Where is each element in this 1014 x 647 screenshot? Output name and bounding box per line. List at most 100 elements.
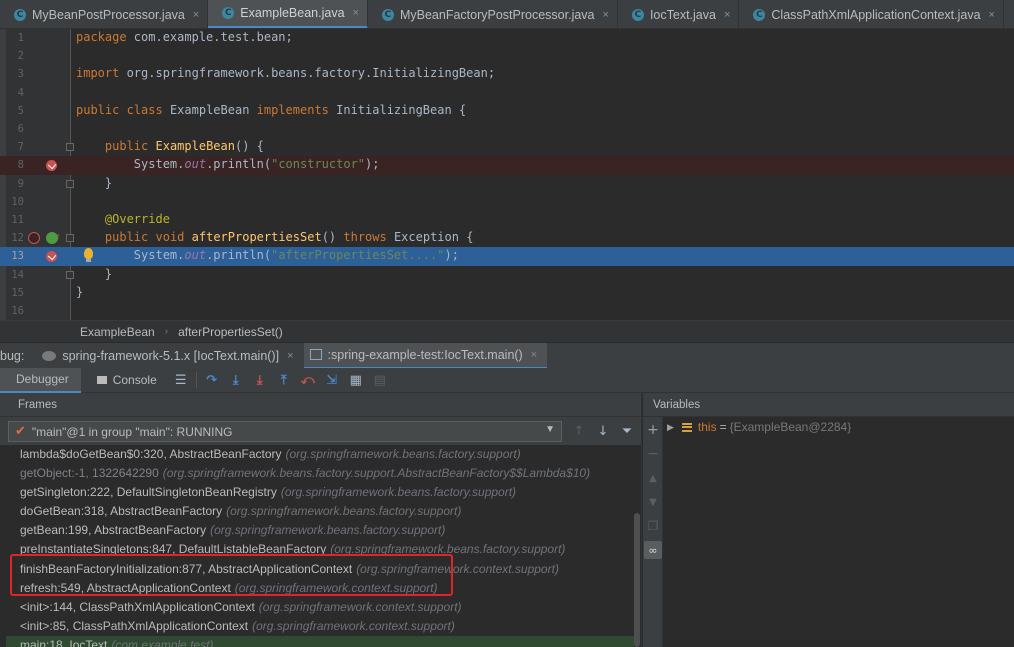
stack-frame[interactable]: doGetBean:318, AbstractBeanFactory (org.s… (6, 502, 634, 521)
editor-tab[interactable]: C MyBeanFactoryPostProcessor.java × (368, 0, 618, 28)
stack-frame[interactable]: lambda$doGetBean$0:320, AbstractBeanFact… (6, 445, 634, 464)
force-step-into-icon[interactable]: ⤓ (248, 369, 272, 391)
frame-method: <init>:85, ClassPathXmlApplicationContex… (20, 618, 249, 633)
line-number: 6 (17, 123, 24, 135)
variable-row[interactable]: ▶ this = {ExampleBean@2284} (667, 420, 851, 434)
move-up-icon[interactable]: ▲ (644, 469, 662, 487)
code-text: System.out.println("constructor"); (76, 157, 380, 172)
watches-toggle-icon[interactable]: ∞ (644, 541, 662, 559)
evaluate-expression-icon[interactable]: ▦ (344, 369, 368, 391)
arrow-up-icon[interactable]: ↑ (570, 422, 588, 440)
editor-tab[interactable]: C MyBeanPostProcessor.java × (0, 0, 209, 28)
stack-frame[interactable]: getBean:199, AbstractBeanFactory (org.spr… (6, 521, 634, 540)
drop-frame-icon[interactable]: ⤺ (296, 369, 320, 391)
fold-marker-icon[interactable] (66, 270, 74, 279)
code-line[interactable]: 3 import org.springframework.beans.factor… (0, 65, 1014, 83)
tab-console[interactable]: Console (81, 368, 169, 393)
chevron-down-icon: ▼ (545, 424, 555, 435)
code-line[interactable]: 2 (0, 47, 1014, 65)
line-number: 13 (11, 250, 24, 263)
console-tab-label: Console (112, 373, 157, 387)
thread-selector[interactable]: ✔ "main"@1 in group "main": RUNNING ▼ (8, 421, 562, 442)
run-to-cursor-icon[interactable]: ⇲ (320, 369, 344, 391)
trace-icon[interactable]: ▤ (368, 369, 392, 391)
session-label: :spring-example-test:IocText.main() (327, 347, 523, 362)
breakpoint-icon[interactable] (46, 251, 57, 263)
debug-session-tab-example[interactable]: :spring-example-test:IocText.main() × (303, 342, 548, 369)
line-number: 9 (17, 177, 24, 190)
frame-method: getSingleton:222, DefaultSingletonBeanRe… (20, 485, 277, 500)
code-line-current[interactable]: 13 System.out.println("afterPropertiesSe… (0, 247, 1014, 266)
code-line[interactable]: 1 package com.example.test.bean; (0, 29, 1014, 47)
breadcrumb: ExampleBean › afterPropertiesSet() (0, 320, 1014, 342)
code-line[interactable]: 10 (0, 193, 1014, 211)
code-line[interactable]: 4 (0, 84, 1014, 102)
code-line[interactable]: 16 (0, 302, 1014, 320)
editor-tab[interactable]: C ExampleBean.java × (208, 0, 368, 28)
fold-marker-icon[interactable] (66, 234, 74, 243)
code-text: System.out.println("afterPropertiesSet..… (76, 248, 459, 263)
code-line[interactable]: 15} (0, 284, 1014, 302)
fold-marker-icon[interactable] (66, 179, 74, 188)
debug-session-tab-framework[interactable]: spring-framework-5.1.x [IocText.main()] … (36, 343, 303, 369)
stack-frame[interactable]: getObject:-1, 1322642290 (org.springframe… (6, 464, 634, 483)
breadcrumb-method[interactable]: afterPropertiesSet() (178, 325, 283, 339)
code-line[interactable]: 7 public ExampleBean() { (0, 138, 1014, 156)
field-icon (681, 422, 692, 432)
code-line[interactable]: 12 ↑ public void afterPropertiesSet() thr… (0, 229, 1014, 247)
code-line[interactable]: 9 } (0, 175, 1014, 193)
expand-arrow-icon[interactable]: ▶ (667, 422, 674, 433)
close-icon[interactable]: × (531, 349, 537, 361)
step-into-icon[interactable]: ⤓ (224, 369, 248, 391)
console-icon (96, 376, 107, 384)
stack-frame[interactable]: main:18, IocText (com.example.test) (6, 635, 634, 647)
code-line[interactable]: 11 @Override (0, 211, 1014, 229)
editor-tab[interactable]: C IocText.java × (618, 0, 740, 28)
code-editor[interactable]: 1 package com.example.test.bean; 2 3 import … (0, 29, 1014, 320)
line-number: 15 (11, 286, 24, 299)
variable-value: {ExampleBean@2284} (729, 420, 852, 434)
code-line[interactable]: 14 } (0, 266, 1014, 284)
move-down-icon[interactable]: ▼ (644, 493, 662, 511)
annotation-highlight-box (10, 554, 453, 596)
code-line[interactable]: 6 (0, 120, 1014, 138)
stack-frame[interactable]: <init>:144, ClassPathXmlApplicationConte… (6, 598, 634, 617)
filter-icon[interactable]: ⏷ (618, 422, 636, 440)
breadcrumb-class[interactable]: ExampleBean (80, 325, 155, 339)
step-out-icon[interactable]: ⤒ (272, 369, 296, 391)
close-icon[interactable]: × (287, 350, 293, 362)
editor-tab[interactable]: C ClassPathXmlApplicationContext.java × (739, 0, 1004, 28)
arrow-down-icon[interactable]: ↓ (594, 422, 612, 440)
copy-icon[interactable]: ❐ (644, 517, 662, 535)
remove-watch-icon[interactable]: − (644, 445, 662, 463)
stack-frame[interactable]: <init>:85, ClassPathXmlApplicationContex… (6, 617, 634, 636)
line-number: 7 (17, 141, 24, 154)
stack-frame[interactable]: getSingleton:222, DefaultSingletonBeanRe… (6, 483, 634, 502)
breakpoint-disabled-icon[interactable] (28, 232, 40, 245)
frames-scrollbar[interactable] (634, 513, 640, 647)
add-watch-icon[interactable]: + (644, 421, 662, 439)
line-number: 5 (17, 104, 24, 117)
tab-debugger[interactable]: Debugger (0, 367, 81, 393)
code-text: public void afterPropertiesSet() throws … (104, 230, 474, 245)
breadcrumb-separator-icon: › (164, 326, 169, 337)
layout-menu-icon[interactable]: ☰ (169, 369, 193, 391)
close-icon[interactable]: × (353, 7, 359, 19)
code-line[interactable]: 5 public class ExampleBean implements Ini… (0, 102, 1014, 120)
close-icon[interactable]: × (193, 9, 199, 21)
close-icon[interactable]: × (989, 9, 995, 21)
frame-package: (org.springframework.beans.factory.suppo… (210, 523, 446, 538)
close-icon[interactable]: × (603, 9, 609, 21)
fold-marker-icon[interactable] (66, 143, 74, 152)
close-icon[interactable]: × (724, 9, 730, 21)
code-line[interactable]: 8 System.out.println("constructor"); (0, 156, 1014, 175)
line-number: 10 (11, 195, 24, 208)
frame-package: (com.example.test) (111, 637, 214, 647)
editor-tab-label: ExampleBean.java (240, 6, 345, 20)
step-over-icon[interactable]: ↷ (200, 369, 224, 391)
breakpoint-icon[interactable] (46, 160, 57, 172)
editor-tab[interactable]: CAbstractApplic (1004, 0, 1014, 28)
class-file-icon: C (222, 7, 235, 19)
frame-list: lambda$doGetBean$0:320, AbstractBeanFact… (6, 445, 634, 647)
frame-package: (org.springframework.beans.factory.suppo… (162, 466, 591, 481)
